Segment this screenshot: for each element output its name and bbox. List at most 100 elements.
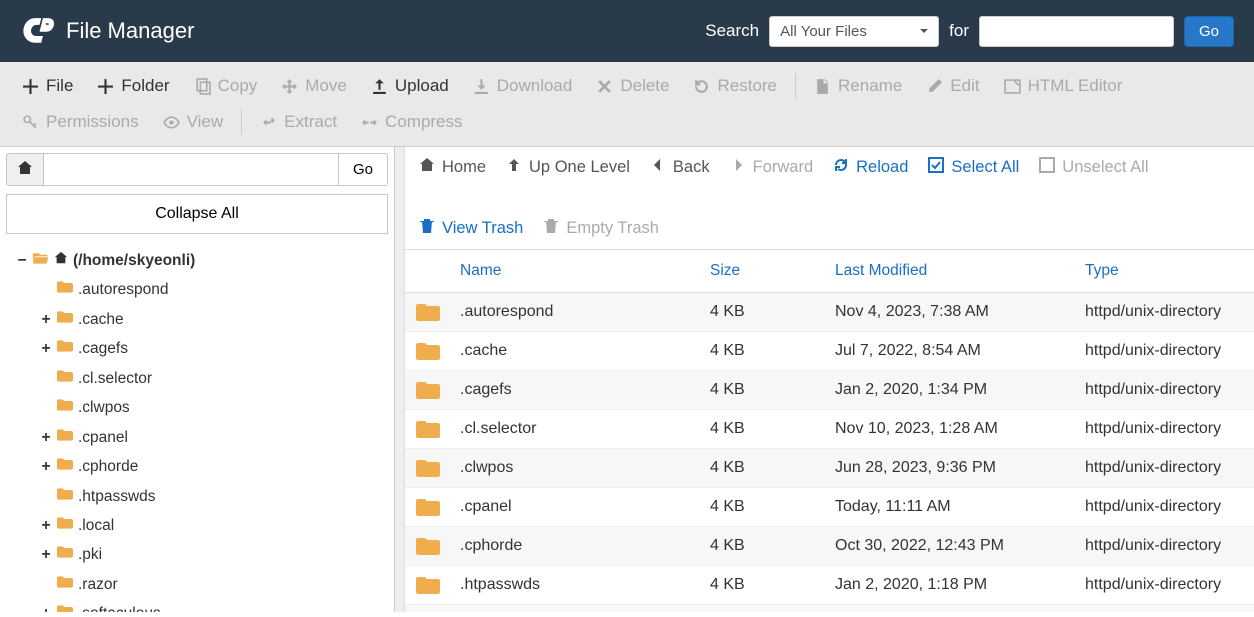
folder-icon <box>57 482 73 511</box>
move-button[interactable]: Move <box>269 68 359 104</box>
extract-button[interactable]: Extract <box>248 104 349 140</box>
trash-icon <box>419 218 435 239</box>
expand-icon[interactable]: + <box>40 599 52 612</box>
cell-modified: Jun 28, 2023, 9:36 PM <box>825 450 1075 486</box>
table-row[interactable]: .cphorde4 KBOct 30, 2022, 12:43 PMhttpd/… <box>405 527 1254 566</box>
cell-type: httpd/unix-directory <box>1075 372 1254 408</box>
table-row[interactable]: .htpasswds4 KBJan 2, 2020, 1:18 PMhttpd/… <box>405 566 1254 605</box>
col-header-modified[interactable]: Last Modified <box>825 250 1075 292</box>
table-row[interactable]: .cagefs4 KBJan 2, 2020, 1:34 PMhttpd/uni… <box>405 371 1254 410</box>
view-button[interactable]: View <box>151 104 236 140</box>
compress-button[interactable]: Compress <box>349 104 474 140</box>
tree-item-label: .cl.selector <box>78 364 152 393</box>
tree-item[interactable]: .razor <box>40 570 384 599</box>
table-row[interactable]: .local4 KBJul 7, 2022, 8:54 AMhttpd/unix… <box>405 605 1254 612</box>
tree-root[interactable]: − (/home/skyeonli) <box>16 246 384 275</box>
copy-button[interactable]: Copy <box>182 68 270 104</box>
new-file-button[interactable]: File <box>10 68 85 104</box>
search-input[interactable] <box>979 16 1174 47</box>
tree-item[interactable]: +.cagefs <box>40 334 384 363</box>
expand-icon[interactable]: + <box>40 334 52 363</box>
table-row[interactable]: .cpanel4 KBToday, 11:11 AMhttpd/unix-dir… <box>405 488 1254 527</box>
expand-icon[interactable]: + <box>40 305 52 334</box>
tree-item[interactable]: .cl.selector <box>40 364 384 393</box>
cell-type: httpd/unix-directory <box>1075 450 1254 486</box>
pane-resize-handle[interactable] <box>395 147 405 612</box>
col-header-name[interactable]: Name <box>450 250 700 292</box>
expand-icon[interactable]: + <box>40 452 52 481</box>
col-header-type[interactable]: Type <box>1075 250 1254 292</box>
tree-item[interactable]: +.cache <box>40 305 384 334</box>
new-folder-button[interactable]: Folder <box>85 68 181 104</box>
nav-up-button[interactable]: Up One Level <box>506 157 630 178</box>
app-logo[interactable]: File Manager <box>20 13 194 50</box>
unselect-all-button[interactable]: Unselect All <box>1039 157 1148 178</box>
folder-icon <box>405 566 450 604</box>
cell-name: .cl.selector <box>450 411 700 447</box>
folder-icon <box>57 423 73 452</box>
cell-size: 4 KB <box>700 528 825 564</box>
path-input[interactable] <box>44 153 338 186</box>
search-scope-select[interactable]: All Your Files <box>769 16 939 47</box>
nav-reload-button[interactable]: Reload <box>833 157 908 178</box>
col-header-size[interactable]: Size <box>700 250 825 292</box>
folder-icon <box>405 371 450 409</box>
tree-item[interactable]: +.pki <box>40 540 384 569</box>
folder-icon <box>57 334 73 363</box>
tree-item[interactable]: +.softaculous <box>40 599 384 612</box>
download-button[interactable]: Download <box>461 68 585 104</box>
html-editor-button[interactable]: HTML Editor <box>992 68 1135 104</box>
empty-trash-button[interactable]: Empty Trash <box>543 218 659 239</box>
search-go-button[interactable]: Go <box>1184 16 1234 47</box>
folder-icon <box>405 293 450 331</box>
nav-home-button[interactable]: Home <box>419 157 486 178</box>
tree-item-label: .razor <box>78 570 118 599</box>
table-row[interactable]: .cache4 KBJul 7, 2022, 8:54 AMhttpd/unix… <box>405 332 1254 371</box>
collapse-all-button[interactable]: Collapse All <box>6 194 388 234</box>
for-label: for <box>949 21 969 41</box>
restore-button[interactable]: Restore <box>681 68 789 104</box>
delete-button[interactable]: Delete <box>584 68 681 104</box>
tree-item[interactable]: +.cpanel <box>40 423 384 452</box>
cell-type: httpd/unix-directory <box>1075 606 1254 612</box>
permissions-button[interactable]: Permissions <box>10 104 151 140</box>
right-pane: Home Up One Level Back Forward Reload Se… <box>405 147 1254 612</box>
file-table: Name Size Last Modified Type .autorespon… <box>405 250 1254 612</box>
nav-forward-button[interactable]: Forward <box>730 157 814 178</box>
nav-back-button[interactable]: Back <box>650 157 710 178</box>
table-row[interactable]: .clwpos4 KBJun 28, 2023, 9:36 PMhttpd/un… <box>405 449 1254 488</box>
tree-item[interactable]: .clwpos <box>40 393 384 422</box>
copy-icon <box>194 78 211 95</box>
home-icon <box>17 160 33 179</box>
rename-button[interactable]: Rename <box>802 68 914 104</box>
path-go-button[interactable]: Go <box>338 153 388 186</box>
tree-item-label: .local <box>78 511 114 540</box>
expand-icon[interactable]: + <box>40 511 52 540</box>
cell-type: httpd/unix-directory <box>1075 567 1254 603</box>
tree-item-label: .clwpos <box>78 393 130 422</box>
table-row[interactable]: .autorespond4 KBNov 4, 2023, 7:38 AMhttp… <box>405 293 1254 332</box>
collapse-icon[interactable]: − <box>16 246 28 275</box>
tree-item[interactable]: .htpasswds <box>40 482 384 511</box>
toolbar-separator <box>795 73 796 99</box>
tree-item[interactable]: .autorespond <box>40 275 384 304</box>
search-label: Search <box>705 21 759 41</box>
cell-modified: Oct 30, 2022, 12:43 PM <box>825 528 1075 564</box>
edit-button[interactable]: Edit <box>914 68 991 104</box>
cell-type: httpd/unix-directory <box>1075 411 1254 447</box>
compress-icon <box>361 114 378 131</box>
checkbox-checked-icon <box>928 157 944 178</box>
tree-item[interactable]: + .local <box>40 511 384 540</box>
upload-button[interactable]: Upload <box>359 68 461 104</box>
table-row[interactable]: .cl.selector4 KBNov 10, 2023, 1:28 AMhtt… <box>405 410 1254 449</box>
folder-icon <box>57 452 73 481</box>
cell-size: 4 KB <box>700 294 825 330</box>
tree-item-label: .autorespond <box>78 275 169 304</box>
path-home-button[interactable] <box>6 153 44 186</box>
expand-icon[interactable]: + <box>40 423 52 452</box>
view-trash-button[interactable]: View Trash <box>419 218 523 239</box>
tree-item[interactable]: +.cphorde <box>40 452 384 481</box>
cell-name: .cphorde <box>450 528 700 564</box>
expand-icon[interactable]: + <box>40 540 52 569</box>
select-all-button[interactable]: Select All <box>928 157 1019 178</box>
